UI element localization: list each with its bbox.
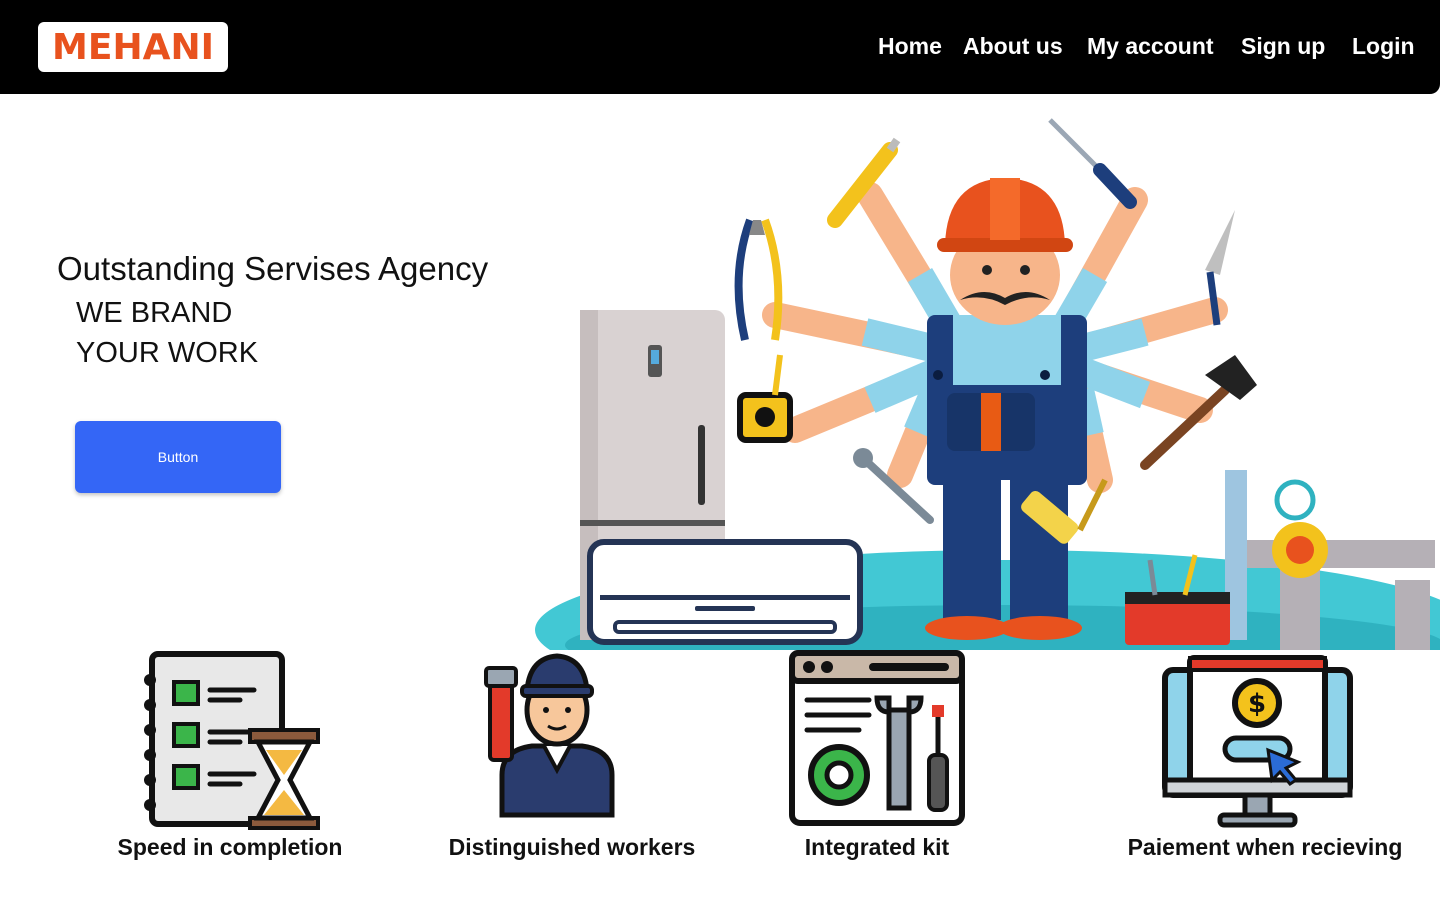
logo[interactable]: MEHANI [38, 22, 228, 72]
logo-text: MEHANI [52, 26, 214, 68]
feature-payment-label: Paiement when recieving [1127, 834, 1403, 860]
nav-about-link[interactable]: About us [963, 33, 1063, 60]
checklist-hourglass-icon [144, 651, 320, 830]
top-navbar: MEHANI Home About us My account Sign up … [0, 0, 1440, 94]
nav-sign-up-link[interactable]: Sign up [1241, 33, 1325, 60]
plumber-worker-icon [484, 653, 615, 818]
feature-workers-label: Distinguished workers [448, 834, 696, 860]
nav-login-link[interactable]: Login [1352, 33, 1415, 60]
nav-my-account-link[interactable]: My account [1087, 33, 1214, 60]
handyman-illustration [535, 118, 1440, 650]
svg-text:$: $ [1248, 689, 1266, 719]
toolkit-gear-icon [789, 650, 965, 826]
feature-payment: $ Paiement when recieving [1115, 650, 1415, 870]
screwdriver-icon [1048, 118, 1137, 209]
air-conditioner-icon [587, 539, 863, 645]
feature-speed-label: Speed in completion [117, 834, 343, 860]
feature-kit: Integrated kit [727, 650, 1027, 870]
nav-home-link[interactable]: Home [878, 33, 942, 60]
feature-speed: Speed in completion [80, 650, 380, 870]
feature-kit-label: Integrated kit [804, 834, 950, 860]
hero-tagline-line-1: WE BRAND [76, 297, 233, 329]
pipe-wrench-icon [484, 666, 518, 762]
tape-measure-icon [737, 354, 793, 443]
payment-monitor-icon: $ [1162, 655, 1353, 828]
hero-title: Outstanding Servises Agency [57, 250, 489, 287]
hero-cta-button[interactable]: Button [75, 421, 281, 493]
hero-tagline-line-2: YOUR WORK [76, 337, 259, 369]
feature-workers: Distinguished workers [422, 650, 722, 870]
